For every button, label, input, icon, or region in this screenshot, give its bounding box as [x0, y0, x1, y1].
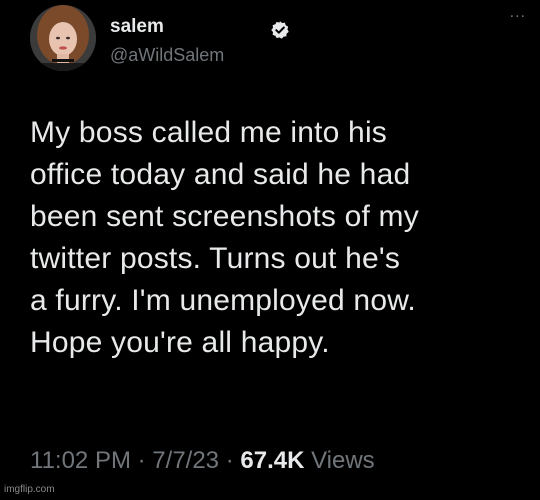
tweet-text-line: My boss called me into his [30, 116, 388, 149]
tweet-text: My boss called me into his office today … [30, 112, 530, 364]
avatar[interactable] [30, 5, 96, 71]
more-options-icon[interactable]: ... [510, 5, 526, 21]
tweet-card: salem @aWildSalem ... My boss called me … [0, 0, 540, 500]
tweet-text-line: office today and said he had [30, 158, 411, 191]
tweet-time[interactable]: 11:02 PM [30, 447, 131, 474]
views-label: Views [311, 447, 375, 474]
views-count: 67.4K [240, 447, 305, 474]
watermark: imgflip.com [4, 484, 55, 495]
verified-badge-icon [271, 21, 289, 39]
tweet-text-line: a furry. I'm unemployed now. [30, 284, 416, 317]
author-display-name[interactable]: salem [110, 16, 164, 38]
tweet-text-line: Hope you're all happy. [30, 326, 330, 359]
tweet-text-line: twitter posts. Turns out he's [30, 242, 401, 275]
author-handle[interactable]: @aWildSalem [110, 45, 224, 66]
tweet-text-line: been sent screenshots of my [30, 200, 419, 233]
tweet-date[interactable]: 7/7/23 [152, 447, 219, 474]
meta-separator: · [225, 447, 234, 474]
tweet-metadata: 11:02 PM · 7/7/23 · 67.4K Views [30, 447, 375, 475]
avatar-image [30, 5, 96, 71]
meta-separator: · [137, 447, 146, 474]
